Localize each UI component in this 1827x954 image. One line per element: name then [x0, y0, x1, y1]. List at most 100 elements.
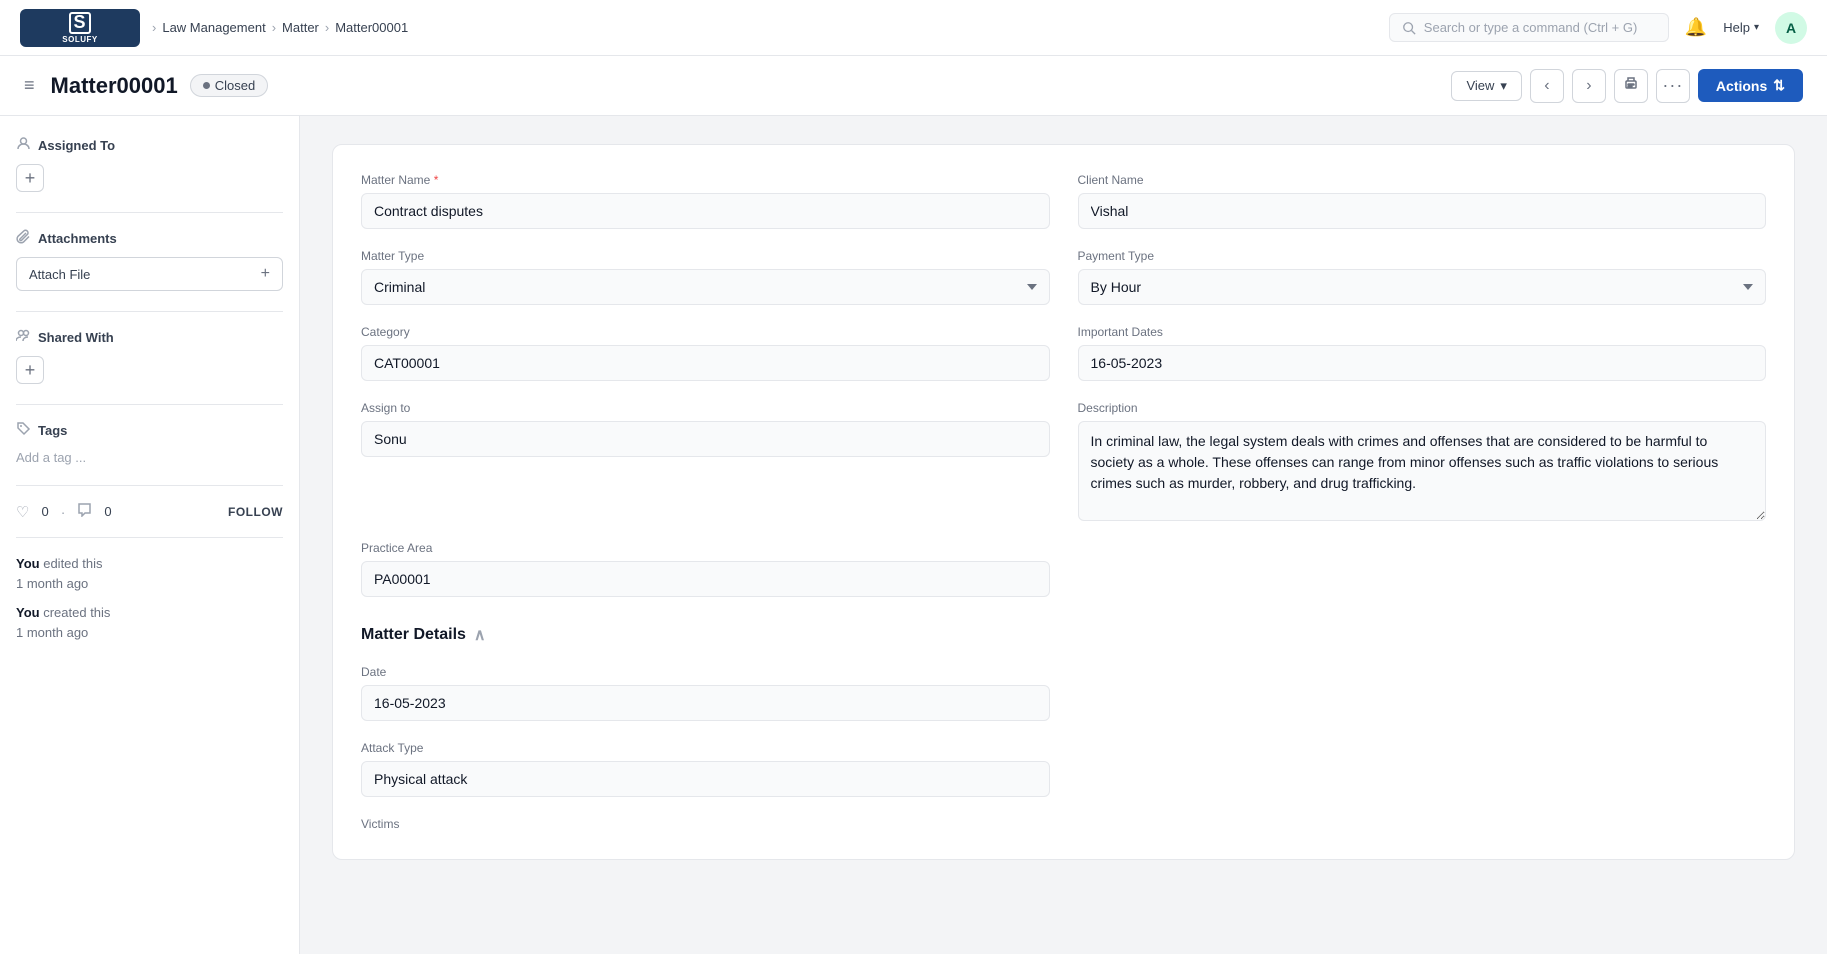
- page-header: ≡ Matter00001 Closed View ▾ ‹ › ···: [0, 56, 1827, 116]
- activity-row: ♡ 0 · 0 FOLLOW: [16, 502, 283, 521]
- comment-icon[interactable]: [77, 502, 92, 521]
- matter-name-required: *: [434, 173, 439, 187]
- breadcrumb-matter-id[interactable]: Matter00001: [335, 20, 408, 35]
- search-box[interactable]: Search or type a command (Ctrl + G): [1389, 13, 1669, 42]
- description-group: Description In criminal law, the legal s…: [1078, 401, 1767, 521]
- attachments-icon: [16, 229, 31, 247]
- matter-details-header: Matter Details ∧: [361, 625, 1766, 645]
- practice-area-input[interactable]: [361, 561, 1050, 597]
- actions-label: Actions: [1716, 78, 1767, 94]
- assign-to-group: Assign to: [361, 401, 1050, 521]
- avatar[interactable]: A: [1775, 12, 1807, 44]
- page-title: Matter00001: [51, 73, 178, 99]
- attack-type-input[interactable]: [361, 761, 1050, 797]
- header-actions: View ▾ ‹ › ··· Actions ⇅: [1451, 69, 1803, 103]
- assign-to-label: Assign to: [361, 401, 1050, 415]
- breadcrumb-sep-2: ›: [325, 20, 329, 35]
- logo-s: S: [69, 12, 91, 34]
- shared-with-add-button[interactable]: +: [16, 356, 44, 384]
- form-card: Matter Name * Client Name Matter Type Cr…: [332, 144, 1795, 860]
- hamburger-icon[interactable]: ≡: [24, 75, 35, 96]
- search-icon: [1402, 21, 1416, 35]
- victims-label: Victims: [361, 817, 1050, 831]
- breadcrumb: › Law Management › Matter › Matter00001: [152, 20, 1377, 35]
- actions-button[interactable]: Actions ⇅: [1698, 69, 1803, 102]
- shared-with-icon: [16, 328, 31, 346]
- follow-button[interactable]: FOLLOW: [228, 505, 283, 519]
- category-input[interactable]: [361, 345, 1050, 381]
- attach-file-button[interactable]: Attach File +: [16, 257, 283, 291]
- important-dates-group: Important Dates: [1078, 325, 1767, 381]
- attach-file-label: Attach File: [29, 267, 90, 282]
- shared-with-label: Shared With: [38, 330, 114, 345]
- sidebar: Assigned To + Attachments Attach File +: [0, 116, 300, 954]
- assigned-to-title: Assigned To: [16, 136, 283, 154]
- attack-type-label: Attack Type: [361, 741, 1050, 755]
- client-name-input[interactable]: [1078, 193, 1767, 229]
- more-options-button[interactable]: ···: [1656, 69, 1690, 103]
- divider-5: [16, 537, 283, 538]
- attach-file-plus-icon: +: [261, 265, 270, 283]
- like-icon[interactable]: ♡: [16, 503, 29, 521]
- divider-4: [16, 485, 283, 486]
- date-label: Date: [361, 665, 1050, 679]
- assigned-to-label: Assigned To: [38, 138, 115, 153]
- history-action-1: created this: [43, 605, 110, 620]
- assigned-to-add-button[interactable]: +: [16, 164, 44, 192]
- view-chevron-icon: ▾: [1500, 78, 1507, 94]
- notification-bell-icon[interactable]: 🔔: [1685, 17, 1707, 38]
- matter-type-select[interactable]: Criminal: [361, 269, 1050, 305]
- date-group: Date: [361, 665, 1050, 721]
- search-placeholder: Search or type a command (Ctrl + G): [1424, 20, 1638, 35]
- logo[interactable]: S SOLUFY: [20, 9, 140, 47]
- payment-type-select[interactable]: By Hour: [1078, 269, 1767, 305]
- divider-3: [16, 404, 283, 405]
- form-grid-details: Date Attack Type Victims: [361, 665, 1766, 831]
- divider-2: [16, 311, 283, 312]
- practice-area-label: Practice Area: [361, 541, 1050, 555]
- history-entry-1: You created this 1 month ago: [16, 603, 283, 642]
- tags-icon: [16, 421, 31, 439]
- attack-type-group: Attack Type: [361, 741, 1050, 797]
- logo-text: SOLUFY: [62, 35, 97, 44]
- comment-count: 0: [104, 504, 111, 519]
- practice-area-group: Practice Area: [361, 541, 1050, 597]
- assign-to-input[interactable]: [361, 421, 1050, 457]
- print-button[interactable]: [1614, 69, 1648, 103]
- view-button[interactable]: View ▾: [1451, 71, 1521, 101]
- matter-name-input[interactable]: [361, 193, 1050, 229]
- tags-placeholder[interactable]: Add a tag ...: [16, 450, 86, 465]
- form-grid-top: Matter Name * Client Name Matter Type Cr…: [361, 173, 1766, 597]
- like-count: 0: [41, 504, 48, 519]
- matter-type-label: Matter Type: [361, 249, 1050, 263]
- attachments-label: Attachments: [38, 231, 117, 246]
- next-button[interactable]: ›: [1572, 69, 1606, 103]
- matter-details-chevron-icon[interactable]: ∧: [474, 625, 486, 645]
- status-dot-icon: [203, 82, 210, 89]
- history-time-1: 1 month ago: [16, 625, 88, 640]
- breadcrumb-matter[interactable]: Matter: [282, 20, 319, 35]
- help-button[interactable]: Help ▾: [1723, 20, 1759, 35]
- breadcrumb-law-management[interactable]: Law Management: [162, 20, 265, 35]
- help-chevron-icon: ▾: [1754, 22, 1759, 33]
- status-label: Closed: [215, 78, 255, 93]
- top-navigation: S SOLUFY › Law Management › Matter › Mat…: [0, 0, 1827, 56]
- category-label: Category: [361, 325, 1050, 339]
- attachments-section: Attachments Attach File +: [16, 229, 283, 291]
- prev-button[interactable]: ‹: [1530, 69, 1564, 103]
- assigned-to-section: Assigned To +: [16, 136, 283, 192]
- tags-section: Tags Add a tag ...: [16, 421, 283, 465]
- view-label: View: [1466, 78, 1494, 93]
- date-input[interactable]: [361, 685, 1050, 721]
- matter-details-label: Matter Details: [361, 626, 466, 644]
- important-dates-input[interactable]: [1078, 345, 1767, 381]
- payment-type-label: Payment Type: [1078, 249, 1767, 263]
- main-content: Matter Name * Client Name Matter Type Cr…: [300, 116, 1827, 954]
- more-options-icon: ···: [1662, 75, 1683, 96]
- tags-title: Tags: [16, 421, 283, 439]
- client-name-group: Client Name: [1078, 173, 1767, 229]
- important-dates-label: Important Dates: [1078, 325, 1767, 339]
- assigned-to-icon: [16, 136, 31, 154]
- description-textarea[interactable]: In criminal law, the legal system deals …: [1078, 421, 1767, 521]
- victims-group: Victims: [361, 817, 1050, 831]
